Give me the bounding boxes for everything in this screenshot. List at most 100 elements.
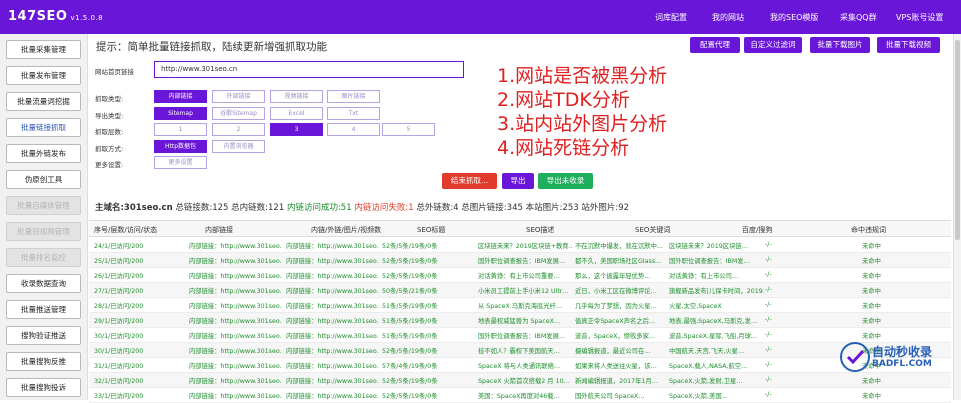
table-row[interactable]: 26/1/已访问/200 内部链接：http://www.301seo.cn/ …: [89, 268, 951, 283]
sidebar-item-push[interactable]: 批量推送管理: [6, 300, 81, 319]
table-row[interactable]: 32/1/已访问/200 内部链接：http://www.301seo.cn/ …: [89, 373, 951, 388]
export-unindexed-button[interactable]: 导出未收录: [538, 173, 593, 189]
table-row[interactable]: 27/1/已访问/200 内部链接：http://www.301seo.cn/ …: [89, 283, 951, 298]
depth-option-5[interactable]: 5: [382, 123, 435, 136]
cell-seo-title: 对话黄铮：有上市公司重要…: [478, 273, 560, 280]
cell-index: 24/1/已访问/200: [94, 243, 144, 250]
cell-link-2: 内部链接：http://www.301seo.cn/: [286, 378, 378, 385]
cell-violation: 未命中: [862, 303, 881, 310]
th-violation: 命中违规词: [851, 226, 886, 234]
cell-violation: 未命中: [862, 393, 881, 400]
sidebar-item-short-video[interactable]: 批量短视频管理: [6, 222, 81, 241]
more-settings-label: 更多设置:: [95, 161, 124, 169]
depth-option-4[interactable]: 4: [327, 123, 380, 136]
sidebar-item-self-media[interactable]: 批量自媒体管理: [6, 196, 81, 215]
nav-my-sites[interactable]: 我的网站: [712, 12, 744, 23]
cell-seo-keywords: SpaceX,火箭,美国…: [669, 393, 728, 400]
table-row[interactable]: 29/1/已访问/200 内部链接：http://www.301seo.cn/ …: [89, 313, 951, 328]
config-proxy-button[interactable]: 配置代理: [690, 37, 740, 53]
cell-index: 30/1/已访问/200: [94, 348, 144, 355]
cell-index: 29/1/已访问/200: [94, 318, 144, 325]
overlay-line-2: 2.网站TDK分析: [497, 89, 630, 111]
cell-seo-keywords: 地表,最强,SpaceX,马斯克,发…: [669, 318, 758, 325]
export-type-sitemap[interactable]: Sitemap: [154, 107, 207, 120]
export-button[interactable]: 导出: [502, 173, 534, 189]
table-row[interactable]: 30/1/已访问/200 内部链接：http://www.301seo.cn/ …: [89, 343, 951, 358]
depth-option-2[interactable]: 2: [212, 123, 265, 136]
cell-seo-keywords: 国外职位调查报告：IBM发…: [669, 258, 750, 265]
method-label: 抓取方式:: [95, 145, 124, 153]
stat-local-images: 本站图片:253: [525, 203, 579, 213]
cell-seo-keywords: 波音,SpaceX,星际,飞船,月球…: [669, 333, 758, 340]
cell-link: 内部链接：http://www.301seo.cn/: [189, 273, 281, 280]
cell-link-2: 内部链接：http://www.301seo.cn/: [286, 333, 378, 340]
cell-seo-title: 技不如人？霸权下美国航天…: [478, 348, 560, 355]
sidebar-item-sogou-verify[interactable]: 搜狗验证推送: [6, 326, 81, 345]
custom-filter-button[interactable]: 自定义过滤词: [744, 37, 802, 53]
cell-index-status: -/-: [765, 331, 772, 338]
stat-image-links: 总图片链接:345: [461, 203, 523, 213]
cell-link-2: 内部链接：http://www.301seo.cn/: [286, 303, 378, 310]
cell-link: 内部链接：http://www.301seo.cn/: [189, 393, 281, 400]
cell-violation: 未命中: [862, 273, 881, 280]
nav-seo-templates[interactable]: 我的SEO模版: [770, 12, 818, 23]
table-row[interactable]: 28/1/已访问/200 内部链接：http://www.301seo.cn/ …: [89, 298, 951, 313]
cell-seo-keywords: 中国航天,天宫,飞天,火星…: [669, 348, 745, 355]
sidebar-item-keyword-mining[interactable]: 批量流量词挖掘: [6, 92, 81, 111]
table-row[interactable]: 31/1/已访问/200 内部链接：http://www.301seo.cn/ …: [89, 358, 951, 373]
sidebar-item-rank-monitor[interactable]: 批量排名监控: [6, 248, 81, 267]
cell-index: 25/1/已访问/200: [94, 258, 144, 265]
sidebar-item-index-query[interactable]: 收录数据查询: [6, 274, 81, 293]
crawl-type-label: 抓取类型:: [95, 95, 124, 103]
sidebar-item-rewrite-tool[interactable]: 伪原创工具: [6, 170, 81, 189]
cell-index-status: -/-: [765, 361, 772, 368]
export-type-txt[interactable]: Txt: [327, 107, 380, 120]
url-input[interactable]: http://www.301seo.cn: [154, 61, 464, 78]
cell-index: 33/1/已访问/200: [94, 393, 144, 400]
depth-option-3[interactable]: 3: [270, 123, 323, 136]
export-type-google-sitemap[interactable]: 谷歌Sitemap: [212, 107, 265, 120]
export-type-label: 导出类型:: [95, 112, 124, 120]
more-settings-button[interactable]: 更多设置: [154, 156, 207, 169]
scrollbar-thumb[interactable]: [955, 40, 960, 240]
table-row[interactable]: 25/1/已访问/200 内部链接：http://www.301seo.cn/ …: [89, 253, 951, 268]
table-row[interactable]: 24/1/已访问/200 内部链接：http://www.301seo.cn/ …: [89, 238, 951, 253]
cell-link: 内部链接：http://www.301seo.cn/: [189, 348, 281, 355]
depth-option-1[interactable]: 1: [154, 123, 207, 136]
cell-violation: 未命中: [862, 243, 881, 250]
crawl-type-internal[interactable]: 内部链接: [154, 90, 207, 103]
nav-qq-groups[interactable]: 采集QQ群: [840, 12, 877, 23]
main-panel: 提示：简单批量链接抓取，陆续更新增强抓取功能 配置代理 自定义过滤词 批量下载图…: [89, 34, 961, 403]
crawl-type-image[interactable]: 图片链接: [327, 90, 380, 103]
stop-crawl-button[interactable]: 结束抓取...: [442, 173, 497, 189]
th-baidu-sogou: 百度/搜狗: [742, 226, 773, 234]
cell-link-2: 内部链接：http://www.301seo.cn/: [286, 288, 378, 295]
download-images-button[interactable]: 批量下载图片: [810, 37, 870, 53]
sidebar-item-publish[interactable]: 批量发布管理: [6, 66, 81, 85]
download-videos-button[interactable]: 批量下载视频: [877, 37, 940, 53]
sidebar-item-external-links[interactable]: 批量外链发布: [6, 144, 81, 163]
th-seo-title: SEO标题: [417, 226, 446, 234]
export-type-excel[interactable]: Excel: [270, 107, 323, 120]
table-row[interactable]: 30/1/已访问/200 内部链接：http://www.301seo.cn/ …: [89, 328, 951, 343]
cell-link-2: 内部链接：http://www.301seo.cn/: [286, 318, 378, 325]
method-browser[interactable]: 内置浏览器: [212, 140, 265, 153]
nav-ciku-config[interactable]: 词库配置: [655, 12, 687, 23]
cell-index-status: -/-: [765, 286, 772, 293]
sidebar-item-sogou-reverse[interactable]: 批量搜狗反推: [6, 352, 81, 371]
table-row[interactable]: 33/1/已访问/200 内部链接：http://www.301seo.cn/ …: [89, 388, 951, 403]
cell-index-status: -/-: [765, 346, 772, 353]
cell-link: 内部链接：http://www.301seo.cn/: [189, 378, 281, 385]
method-http[interactable]: Http数据包: [154, 140, 207, 153]
cell-counts: 51条/5条/19条/0条: [382, 333, 438, 340]
sidebar-item-collect[interactable]: 批量采集管理: [6, 40, 81, 59]
sidebar-item-link-crawl[interactable]: 批量链接抓取: [6, 118, 81, 137]
cell-seo-desc: 新闻编辑报道，2017年1月…: [575, 378, 659, 385]
cell-counts: 52条/5条/19条/0条: [382, 258, 438, 265]
nav-vps-settings[interactable]: VPS账号设置: [896, 12, 943, 23]
crawl-type-video[interactable]: 视频链接: [270, 90, 323, 103]
crawl-type-external[interactable]: 外部链接: [212, 90, 265, 103]
sidebar-item-sogou-complaint[interactable]: 批量搜狗投诉: [6, 378, 81, 397]
cell-index-status: -/-: [765, 301, 772, 308]
cell-index: 31/1/已访问/200: [94, 363, 144, 370]
